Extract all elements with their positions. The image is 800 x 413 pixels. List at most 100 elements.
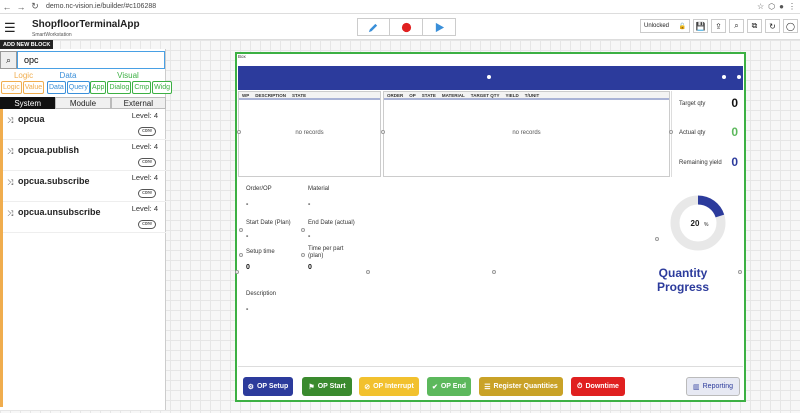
check-icon: ✔ [431, 383, 438, 391]
register-quantities-button[interactable]: ☰ Register Quantities [479, 377, 563, 396]
menu-dots-icon[interactable]: ⋮ [788, 2, 796, 11]
list-item[interactable]: ⤨ opcua.unsubscribe Level: 4 core [3, 202, 166, 233]
search-button[interactable]: ⌕ [729, 19, 744, 33]
profile-icon[interactable]: ● [779, 2, 784, 11]
block-level: Level: 4 [131, 173, 158, 182]
resize-handle[interactable] [239, 228, 243, 232]
field-value-end-date: - [308, 233, 311, 240]
button-label: OP Setup [256, 383, 289, 390]
empty-state-text: no records [295, 130, 324, 136]
block-search-input[interactable] [17, 51, 165, 69]
block-level: Level: 4 [131, 204, 158, 213]
column-header: MATERIAL [441, 92, 465, 98]
app-preview-frame[interactable]: Box WP DESCRIPTION STATE no records ORDE… [235, 52, 746, 402]
kpi-remaining-yield: Remaining yield 0 [672, 149, 744, 177]
quantity-progress-title: Quantity Progress [643, 266, 723, 294]
kpi-actual-qty: Actual qty 0 [672, 120, 744, 148]
field-label-material: Material [308, 186, 330, 192]
field-label-order-op: Order/OP [246, 186, 272, 192]
resize-handle[interactable] [235, 270, 239, 274]
core-badge: core [138, 189, 156, 198]
chat-icon: ◯ [786, 21, 795, 31]
list-item[interactable]: ⤨ opcua Level: 4 core [3, 109, 166, 140]
reload-icon[interactable]: ↻ [28, 0, 42, 14]
refresh-button[interactable]: ↻ [765, 19, 780, 33]
kpi-label: Remaining yield [679, 160, 722, 166]
block-name: opcua [18, 114, 45, 124]
edit-button[interactable] [357, 18, 390, 36]
block-list: ⤨ opcua Level: 4 core ⤨ opcua.publish Le… [0, 109, 166, 407]
downtime-button[interactable]: ⏱ Downtime [571, 377, 625, 396]
resize-handle[interactable] [669, 130, 673, 134]
resize-handle[interactable] [722, 75, 726, 79]
app-blue-header[interactable] [238, 66, 743, 90]
resize-handle[interactable] [366, 270, 370, 274]
column-header: TARGET QTY [470, 92, 500, 98]
block-name: opcua.unsubscribe [18, 207, 101, 217]
field-label-time-per-part: Time per part [308, 246, 344, 252]
resize-handle[interactable] [737, 75, 741, 79]
column-header: OP [409, 92, 416, 98]
quantity-progress-title-line1: Quantity [658, 266, 708, 280]
category-button-value[interactable]: Value [22, 81, 45, 94]
record-button[interactable] [390, 18, 423, 36]
button-label: Reporting [702, 383, 733, 390]
forward-icon[interactable]: → [14, 0, 28, 14]
tab-system[interactable]: System [0, 97, 56, 109]
op-end-button[interactable]: ✔ OP End [427, 377, 471, 396]
export-button[interactable]: ⇪ [711, 19, 726, 33]
list-item[interactable]: ⤨ opcua.subscribe Level: 4 core [3, 171, 166, 202]
op-interrupt-button[interactable]: ⊘ OP Interrupt [359, 377, 419, 396]
op-setup-button[interactable]: ⚙ OP Setup [243, 377, 293, 396]
record-icon [401, 22, 411, 32]
resize-handle[interactable] [239, 253, 243, 257]
hamburger-menu-icon[interactable]: ☰ [4, 20, 16, 36]
list-item[interactable]: ⤨ opcua.publish Level: 4 core [3, 140, 166, 171]
layout-button[interactable]: ⧉ [747, 19, 762, 33]
play-icon [435, 22, 444, 32]
tab-external[interactable]: External [110, 97, 166, 109]
category-button-widg[interactable]: Widg [152, 81, 173, 94]
column-header: STATE [292, 92, 307, 98]
column-header: YIELD [505, 92, 519, 98]
play-button[interactable] [423, 18, 456, 36]
resize-handle[interactable] [492, 270, 496, 274]
bar-chart-icon: ▥ [693, 383, 700, 391]
address-bar[interactable]: demo.nc-vision.ie/builder/#c106288 [46, 3, 156, 10]
field-value-description: - [246, 306, 249, 313]
editor-toolbar [357, 18, 457, 36]
resize-handle[interactable] [301, 228, 305, 232]
category-button-query[interactable]: Query [66, 81, 90, 94]
button-label: OP End [440, 383, 467, 390]
resize-handle[interactable] [237, 130, 241, 134]
star-icon[interactable]: ☆ [757, 2, 764, 11]
app-subtitle: SmartWorkstation [32, 32, 72, 38]
pause-icon: ⊘ [364, 383, 371, 391]
reporting-button[interactable]: ▥ Reporting [686, 377, 740, 396]
tab-module[interactable]: Module [55, 97, 111, 109]
resize-handle[interactable] [301, 253, 305, 257]
block-name: opcua.publish [18, 145, 80, 155]
resize-handle[interactable] [655, 237, 659, 241]
app-title: ShopfloorTerminalApp [32, 19, 140, 30]
category-button-dialog[interactable]: Dialog [107, 81, 132, 94]
field-value-time-per-part: 0 [308, 264, 312, 271]
resize-handle[interactable] [381, 130, 385, 134]
lock-toggle[interactable]: Unlocked 🔓 [640, 19, 690, 33]
extension-icon[interactable]: ⬡ [768, 2, 775, 11]
resize-handle[interactable] [738, 270, 742, 274]
op-start-button[interactable]: ⚑ OP Start [302, 377, 352, 396]
column-header: T/UNIT [524, 92, 540, 98]
flag-icon: ⚑ [308, 383, 315, 391]
back-icon[interactable]: ← [0, 0, 14, 14]
chat-button[interactable]: ◯ [783, 19, 798, 33]
category-button-logic[interactable]: Logic [1, 81, 22, 94]
save-button[interactable]: 💾 [693, 19, 708, 33]
search-icon[interactable]: ⌕ [0, 51, 17, 69]
category-button-cmp[interactable]: Cmp [132, 81, 152, 94]
resize-handle[interactable] [487, 75, 491, 79]
category-row: Logic Logic Value Data Data Query Visual… [0, 70, 173, 96]
category-button-data[interactable]: Data [47, 81, 66, 94]
category-button-app[interactable]: App [90, 81, 107, 94]
add-new-block-tab[interactable]: ADD NEW BLOCK [0, 40, 53, 49]
